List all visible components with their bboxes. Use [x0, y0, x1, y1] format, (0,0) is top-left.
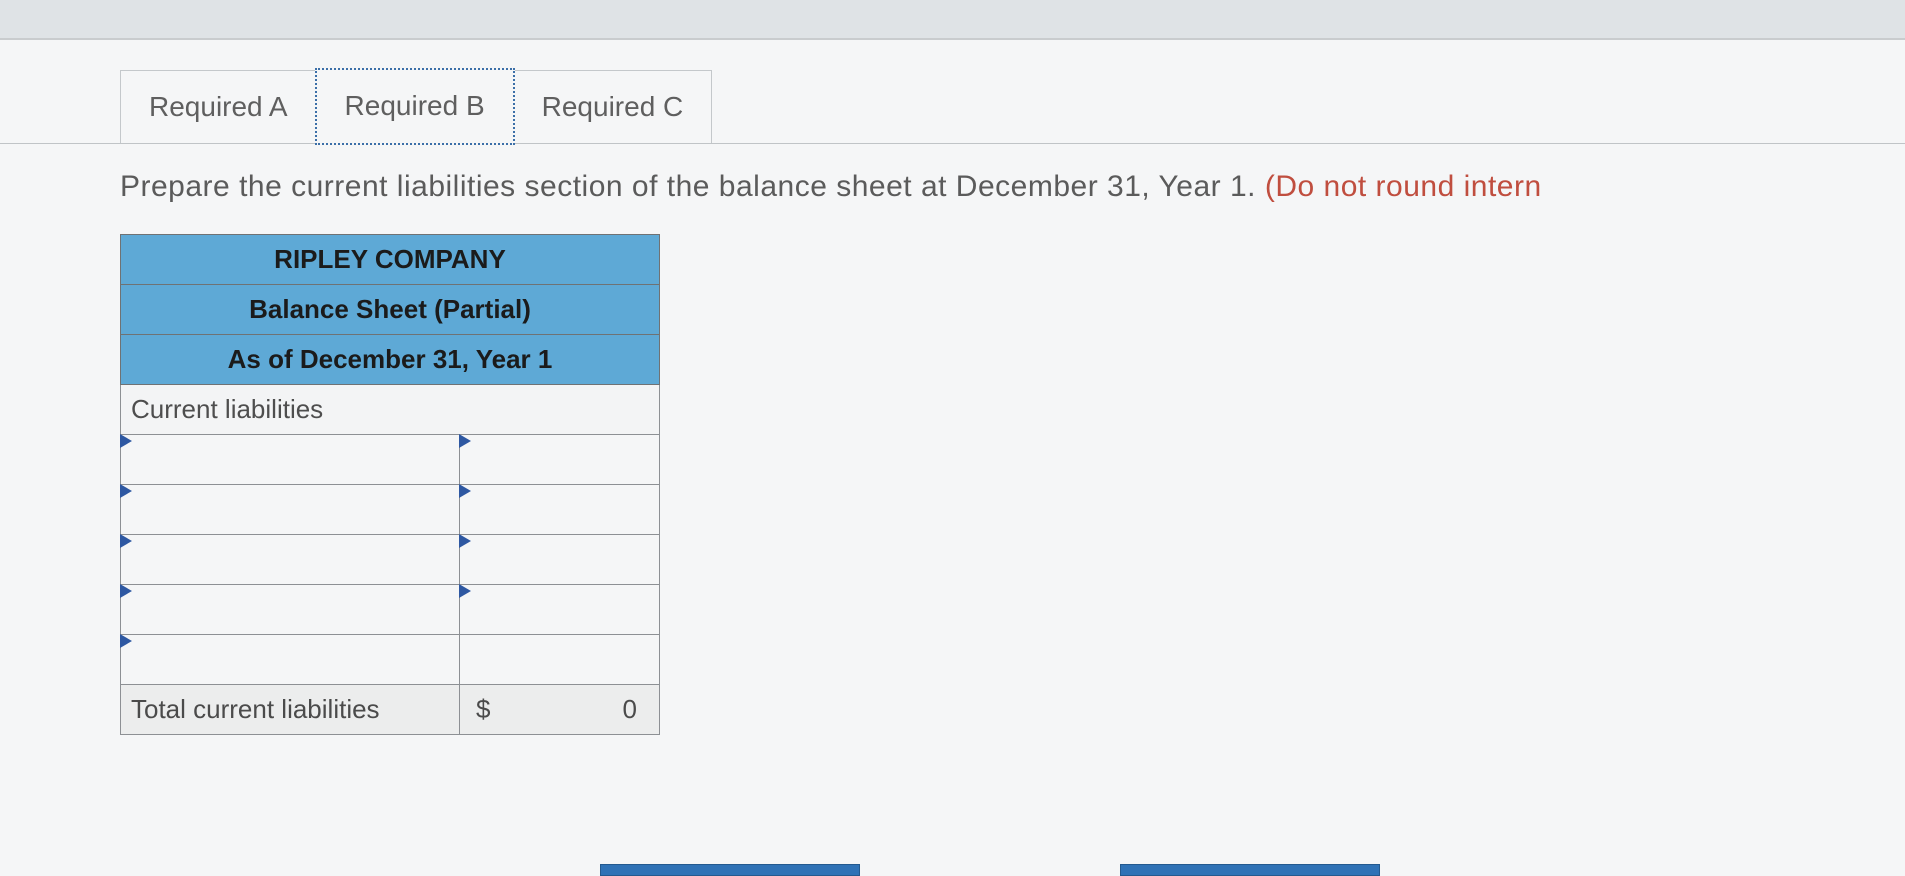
tab-required-b[interactable]: Required B [315, 68, 515, 145]
liability-label-input-2[interactable] [121, 485, 460, 535]
tab-required-c[interactable]: Required C [513, 70, 713, 143]
liability-label-input-3[interactable] [121, 535, 460, 585]
liability-label-input-1[interactable] [121, 435, 460, 485]
balance-sheet-table: RIPLEY COMPANY Balance Sheet (Partial) A… [120, 234, 660, 735]
dropdown-icon [120, 584, 132, 598]
top-bar [0, 0, 1905, 40]
dropdown-icon [459, 434, 471, 448]
section-current-liabilities: Current liabilities [121, 385, 660, 435]
tab-strip: Required A Required B Required C [120, 70, 1905, 143]
liability-amount-input-1[interactable] [460, 435, 660, 485]
bottom-buttons-peek [600, 864, 1380, 876]
dropdown-icon [459, 484, 471, 498]
dropdown-icon [459, 584, 471, 598]
total-label: Total current liabilities [121, 685, 460, 735]
tab-required-a[interactable]: Required A [120, 70, 317, 143]
dropdown-icon [120, 634, 132, 648]
dropdown-icon [120, 484, 132, 498]
liability-amount-input-4[interactable] [460, 585, 660, 635]
currency-symbol: $ [470, 694, 490, 725]
sheet-title: Balance Sheet (Partial) [121, 285, 660, 335]
instruction-text: Prepare the current liabilities section … [120, 144, 1905, 234]
instruction-main: Prepare the current liabilities section … [120, 170, 1265, 203]
dropdown-icon [459, 534, 471, 548]
nav-button-peek-1[interactable] [600, 864, 860, 876]
total-value: 0 [623, 694, 649, 724]
liability-amount-input-3[interactable] [460, 535, 660, 585]
company-header: RIPLEY COMPANY [121, 235, 660, 285]
dropdown-icon [120, 434, 132, 448]
dropdown-icon [120, 534, 132, 548]
total-amount: $ 0 [460, 685, 660, 735]
liability-label-input-5[interactable] [121, 635, 460, 685]
sheet-asof: As of December 31, Year 1 [121, 335, 660, 385]
liability-label-input-4[interactable] [121, 585, 460, 635]
liability-amount-input-2[interactable] [460, 485, 660, 535]
instruction-hint: (Do not round intern [1265, 170, 1542, 203]
nav-button-peek-2[interactable] [1120, 864, 1380, 876]
liability-amount-input-5[interactable] [460, 635, 660, 685]
content-area: Required A Required B Required C Prepare… [0, 40, 1905, 876]
